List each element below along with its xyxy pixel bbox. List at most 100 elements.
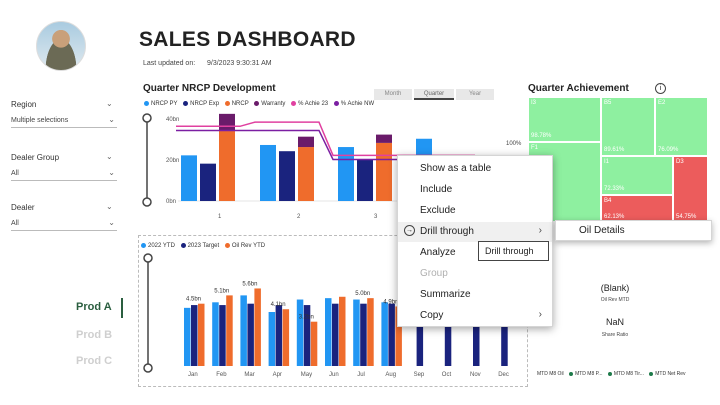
bar-nrcp[interactable] bbox=[376, 142, 392, 201]
bar-oil-rev-ytd[interactable] bbox=[310, 321, 318, 366]
submenu-item-oil-details[interactable]: Oil Details bbox=[579, 225, 625, 236]
bar-2023-target[interactable] bbox=[247, 303, 254, 366]
treemap-label: B5 bbox=[604, 100, 612, 106]
menu-item-exclude[interactable]: Exclude bbox=[420, 205, 456, 216]
bar-2022-ytd[interactable] bbox=[212, 302, 219, 366]
submenu: Oil Details bbox=[555, 220, 712, 241]
bar-warranty[interactable] bbox=[219, 113, 235, 131]
bar-nrcp-exp[interactable] bbox=[357, 159, 373, 202]
info-icon[interactable]: i bbox=[655, 83, 666, 94]
bar-nrcp-py[interactable] bbox=[260, 144, 276, 201]
bar-oil-rev-ytd[interactable] bbox=[226, 295, 233, 366]
bar-2023-target[interactable] bbox=[360, 303, 367, 366]
menu-item-show-as-table[interactable]: Show as a table bbox=[420, 163, 491, 174]
legend-dot bbox=[141, 243, 146, 248]
treemap-label: 98.78% bbox=[531, 133, 552, 139]
bar-2023-target[interactable] bbox=[191, 305, 198, 366]
treemap-label: 89.61% bbox=[604, 147, 625, 153]
x-tick: Jul bbox=[357, 372, 365, 378]
bar-2022-ytd[interactable] bbox=[268, 312, 276, 366]
bar-2023-target[interactable] bbox=[275, 305, 283, 366]
chevron-right-icon: › bbox=[538, 309, 542, 320]
menu-item-drill-through[interactable]: Drill through bbox=[420, 226, 474, 237]
pct-axis-label: 100% bbox=[506, 141, 522, 147]
page-title: SALES DASHBOARD bbox=[139, 28, 356, 51]
range-slider-handle[interactable] bbox=[142, 197, 152, 207]
bar-nrcp-exp[interactable] bbox=[279, 151, 295, 201]
treemap-label: F1 bbox=[531, 145, 539, 151]
treemap-label: 76.09% bbox=[658, 147, 679, 153]
x-tick: Mar bbox=[244, 372, 254, 378]
region-dropdown[interactable]: Multiple selections ⌄ bbox=[11, 114, 117, 128]
slicer-label-dealer: Dealer bbox=[11, 203, 35, 212]
treemap-label: 72.33% bbox=[604, 186, 625, 192]
bar-nrcp-py[interactable] bbox=[181, 155, 197, 201]
data-label: 3.2bn bbox=[299, 315, 314, 321]
treemap-title: Quarter Achievement bbox=[528, 83, 629, 94]
bar-oil-rev-ytd[interactable] bbox=[198, 303, 205, 366]
legend-dot bbox=[183, 101, 189, 106]
legend-dot bbox=[607, 371, 612, 376]
data-label: 4.5bn bbox=[186, 297, 201, 303]
slicer-label-dealer-group: Dealer Group bbox=[11, 153, 60, 162]
chevron-down-icon[interactable]: ⌄ bbox=[106, 99, 113, 108]
x-tick: Apr bbox=[273, 372, 282, 378]
legend-dot bbox=[649, 371, 654, 376]
x-tick: 3 bbox=[374, 214, 378, 220]
range-slider-handle[interactable] bbox=[143, 363, 153, 373]
bar-2022-ytd[interactable] bbox=[325, 298, 332, 366]
treemap-label: I3 bbox=[531, 100, 537, 106]
bar-oil-rev-ytd[interactable] bbox=[254, 288, 261, 366]
bar-nrcp[interactable] bbox=[298, 147, 314, 201]
dealer-dropdown[interactable]: All ⌄ bbox=[11, 217, 117, 231]
bar-2022-ytd[interactable] bbox=[240, 295, 247, 366]
bar-oil-rev-ytd[interactable] bbox=[282, 309, 290, 366]
legend-dot bbox=[224, 101, 230, 106]
menu-item-analyze[interactable]: Analyze bbox=[420, 247, 456, 258]
chevron-down-icon[interactable]: ⌄ bbox=[106, 202, 113, 211]
legend-dot bbox=[144, 101, 149, 106]
bar-2022-ytd[interactable] bbox=[353, 299, 360, 366]
tab-month[interactable]: Month bbox=[374, 89, 412, 100]
nav-prod-a[interactable]: Prod A bbox=[76, 301, 112, 313]
bar-2023-target[interactable] bbox=[219, 305, 226, 366]
bar-2023-target[interactable] bbox=[388, 303, 395, 366]
y-tick: 40bn bbox=[166, 117, 179, 123]
x-tick: 2 bbox=[297, 214, 301, 220]
treemap-label: B4 bbox=[604, 198, 612, 204]
y-tick: 20bn bbox=[166, 158, 179, 164]
bar-2023-target[interactable] bbox=[332, 303, 339, 366]
menu-item-summarize[interactable]: Summarize bbox=[420, 289, 471, 300]
bar-warranty[interactable] bbox=[376, 134, 392, 143]
x-tick: May bbox=[301, 372, 312, 378]
bar-2022-ytd[interactable] bbox=[296, 299, 304, 366]
last-updated-value: 9/3/2023 9:30:31 AM bbox=[207, 60, 272, 67]
tab-quarter[interactable]: Quarter bbox=[414, 89, 454, 100]
bar-warranty[interactable] bbox=[298, 136, 314, 148]
menu-item-copy[interactable]: Copy bbox=[420, 310, 443, 321]
treemap: I3 B5 E2 98.78% 89.61% 76.09% F1 I1 D3 7… bbox=[528, 97, 708, 222]
tab-year[interactable]: Year bbox=[456, 89, 494, 100]
x-tick: Aug bbox=[385, 372, 396, 378]
dealer-group-dropdown[interactable]: All ⌄ bbox=[11, 167, 117, 181]
x-tick: Nov bbox=[470, 372, 481, 378]
data-label: 5.6bn bbox=[242, 281, 257, 287]
kpi-oil-rev-label: Oil Rev MTD bbox=[600, 297, 630, 303]
bar-2022-ytd[interactable] bbox=[184, 307, 191, 366]
menu-item-group: Group bbox=[420, 268, 448, 279]
bar-oil-rev-ytd[interactable] bbox=[339, 296, 346, 366]
bar-nrcp[interactable] bbox=[219, 130, 235, 201]
range-slider-handle[interactable] bbox=[142, 113, 152, 123]
bottom-chart-legend: 2022 YTD 2023 Target Oil Rev YTD bbox=[141, 243, 265, 249]
bar-nrcp-exp[interactable] bbox=[200, 163, 216, 201]
bar-oil-rev-ytd[interactable] bbox=[367, 298, 374, 366]
top-chart-legend: NRCP PY NRCP Exp NRCP Warranty % Achie 2… bbox=[140, 101, 374, 107]
range-slider-handle[interactable] bbox=[143, 253, 153, 263]
treemap-tile-d3[interactable] bbox=[673, 156, 708, 222]
legend-dot bbox=[254, 101, 260, 106]
nav-prod-b[interactable]: Prod B bbox=[76, 329, 112, 341]
nav-prod-c[interactable]: Prod C bbox=[76, 355, 112, 367]
menu-item-include[interactable]: Include bbox=[420, 184, 452, 195]
bar-2022-ytd[interactable] bbox=[381, 302, 388, 366]
chevron-down-icon[interactable]: ⌄ bbox=[106, 152, 113, 161]
